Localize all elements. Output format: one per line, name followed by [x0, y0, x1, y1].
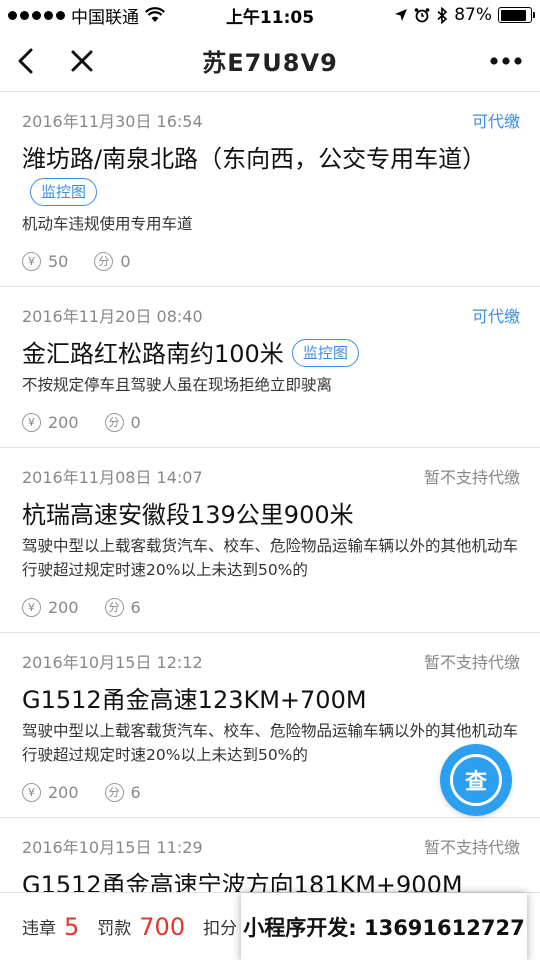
- violation-location-row: G1512甬金高速宁波方向181KM+900M: [22, 868, 520, 892]
- violation-location-row: 杭瑞高速安徽段139公里900米: [22, 498, 520, 532]
- points-deducted: 分 6: [104, 597, 141, 617]
- fine-total-value: 700: [139, 912, 186, 941]
- violation-item[interactable]: 2016年11月30日 16:54 可代缴 潍坊路/南泉北路（东向西，公交专用车…: [0, 92, 540, 287]
- violation-location: 杭瑞高速安徽段139公里900米: [22, 501, 354, 529]
- points-value: 0: [130, 412, 141, 432]
- battery-percent: 87%: [454, 5, 492, 25]
- fine-total-label: 罚款: [97, 919, 132, 939]
- query-icon: 查: [450, 754, 502, 806]
- signal-icon: [8, 10, 65, 20]
- payment-status: 暂不支持代缴: [423, 653, 520, 672]
- points-icon: 分: [94, 251, 114, 271]
- alarm-icon: [414, 8, 430, 23]
- nav-bar: 苏E7U8V9: [0, 30, 540, 92]
- violation-header: 2016年11月30日 16:54 可代缴: [22, 106, 520, 134]
- violation-header: 2016年11月08日 14:07 暂不支持代缴: [22, 462, 520, 490]
- points-deducted: 分 0: [104, 412, 141, 432]
- violation-date: 2016年10月15日 12:12: [22, 653, 203, 672]
- fine-amount: ¥ 200: [22, 782, 79, 802]
- fine-value: 200: [48, 412, 79, 432]
- fine-amount: ¥ 50: [22, 251, 69, 271]
- back-button[interactable]: [6, 41, 46, 81]
- fine-value: 200: [48, 782, 79, 802]
- payment-status: 可代缴: [471, 307, 520, 326]
- violation-location: 金汇路红松路南约100米: [22, 340, 284, 368]
- violation-item[interactable]: 2016年11月20日 08:40 可代缴 金汇路红松路南约100米 监控图 不按…: [0, 287, 540, 448]
- violation-description: 驾驶中型以上载客载货汽车、校车、危险物品运输车辆以外的其他机动车行驶超过规定时速…: [22, 537, 519, 579]
- violation-description: 不按规定停车且驾驶人虽在现场拒绝立即驶离: [22, 376, 333, 394]
- points-icon: 分: [104, 782, 124, 802]
- monitor-image-button[interactable]: 监控图: [291, 339, 359, 367]
- violation-count-summary: 违章 5: [22, 913, 79, 941]
- violation-location: G1512甬金高速宁波方向181KM+900M: [22, 871, 463, 892]
- violation-date: 2016年11月30日 16:54: [22, 112, 203, 131]
- wifi-icon: [145, 7, 165, 22]
- points-value: 6: [130, 597, 141, 617]
- bluetooth-icon: [437, 6, 448, 24]
- points-deducted: 分 6: [104, 782, 141, 802]
- violation-header: 2016年10月15日 11:29 暂不支持代缴: [22, 832, 520, 860]
- yuan-icon: ¥: [22, 782, 41, 802]
- points-deducted: 分 0: [94, 251, 131, 271]
- violation-header: 2016年10月15日 12:12 暂不支持代缴: [22, 647, 520, 675]
- violation-location: 潍坊路/南泉北路（东向西，公交专用车道）: [22, 145, 487, 173]
- carrier-label: 中国联通: [71, 7, 139, 28]
- violation-location-row: 金汇路红松路南约100米 监控图: [22, 337, 520, 371]
- status-left: 中国联通: [0, 3, 200, 28]
- violation-count-label: 违章: [22, 919, 56, 939]
- yuan-icon: ¥: [22, 251, 41, 271]
- violation-description: 机动车违规使用专用车道: [22, 215, 193, 233]
- location-arrow-icon: [395, 9, 408, 21]
- close-icon: [71, 50, 93, 71]
- status-right: 87%: [394, 5, 535, 25]
- points-value: 6: [130, 782, 141, 802]
- violation-meta: ¥ 200 分 0: [22, 397, 520, 447]
- points-total-summary: 扣分: [203, 914, 237, 939]
- violation-location-row: 潍坊路/南泉北路（东向西，公交专用车道） 监控图: [22, 142, 520, 210]
- battery-icon: [498, 7, 535, 23]
- monitor-image-button[interactable]: 监控图: [30, 178, 98, 206]
- fine-value: 50: [48, 251, 69, 271]
- battery-level: [500, 9, 526, 21]
- payment-status: 可代缴: [471, 112, 520, 131]
- points-total-label: 扣分: [203, 919, 238, 939]
- points-icon: 分: [104, 412, 124, 432]
- promo-banner: 小程序开发: 13691612727: [241, 893, 527, 960]
- violation-header: 2016年11月20日 08:40 可代缴: [22, 301, 520, 329]
- more-dots-icon: [490, 56, 522, 65]
- yuan-icon: ¥: [22, 412, 41, 432]
- status-bar: 中国联通 上午11:05 87%: [0, 0, 540, 30]
- violation-date: 2016年11月20日 08:40: [22, 307, 203, 326]
- violation-meta: ¥ 200 分 6: [22, 582, 520, 632]
- payment-status: 暂不支持代缴: [423, 468, 520, 487]
- fine-total-summary: 罚款 700: [97, 913, 185, 941]
- violation-location: G1512甬金高速123KM+700M: [22, 686, 367, 714]
- fine-value: 200: [48, 597, 79, 617]
- summary-bar: 违章 5 罚款 700 扣分 小程序开发: 13691612727: [0, 892, 540, 960]
- query-button[interactable]: 查: [440, 744, 512, 816]
- violation-meta: ¥ 50 分 0: [22, 236, 520, 286]
- chevron-left-icon: [18, 48, 33, 73]
- violation-item[interactable]: 2016年11月08日 14:07 暂不支持代缴 杭瑞高速安徽段139公里900…: [0, 448, 540, 633]
- violation-date: 2016年10月15日 11:29: [22, 838, 203, 857]
- fine-amount: ¥ 200: [22, 597, 79, 617]
- more-button[interactable]: [486, 41, 526, 81]
- points-icon: 分: [104, 597, 124, 617]
- payment-status: 暂不支持代缴: [423, 838, 520, 857]
- close-button[interactable]: [62, 41, 102, 81]
- violation-count-value: 5: [64, 912, 80, 941]
- violation-date: 2016年11月08日 14:07: [22, 468, 203, 487]
- violation-location-row: G1512甬金高速123KM+700M: [22, 683, 520, 717]
- fine-amount: ¥ 200: [22, 412, 79, 432]
- violation-item[interactable]: 2016年10月15日 11:29 暂不支持代缴 G1512甬金高速宁波方向18…: [0, 818, 540, 892]
- yuan-icon: ¥: [22, 597, 41, 617]
- points-value: 0: [120, 251, 131, 271]
